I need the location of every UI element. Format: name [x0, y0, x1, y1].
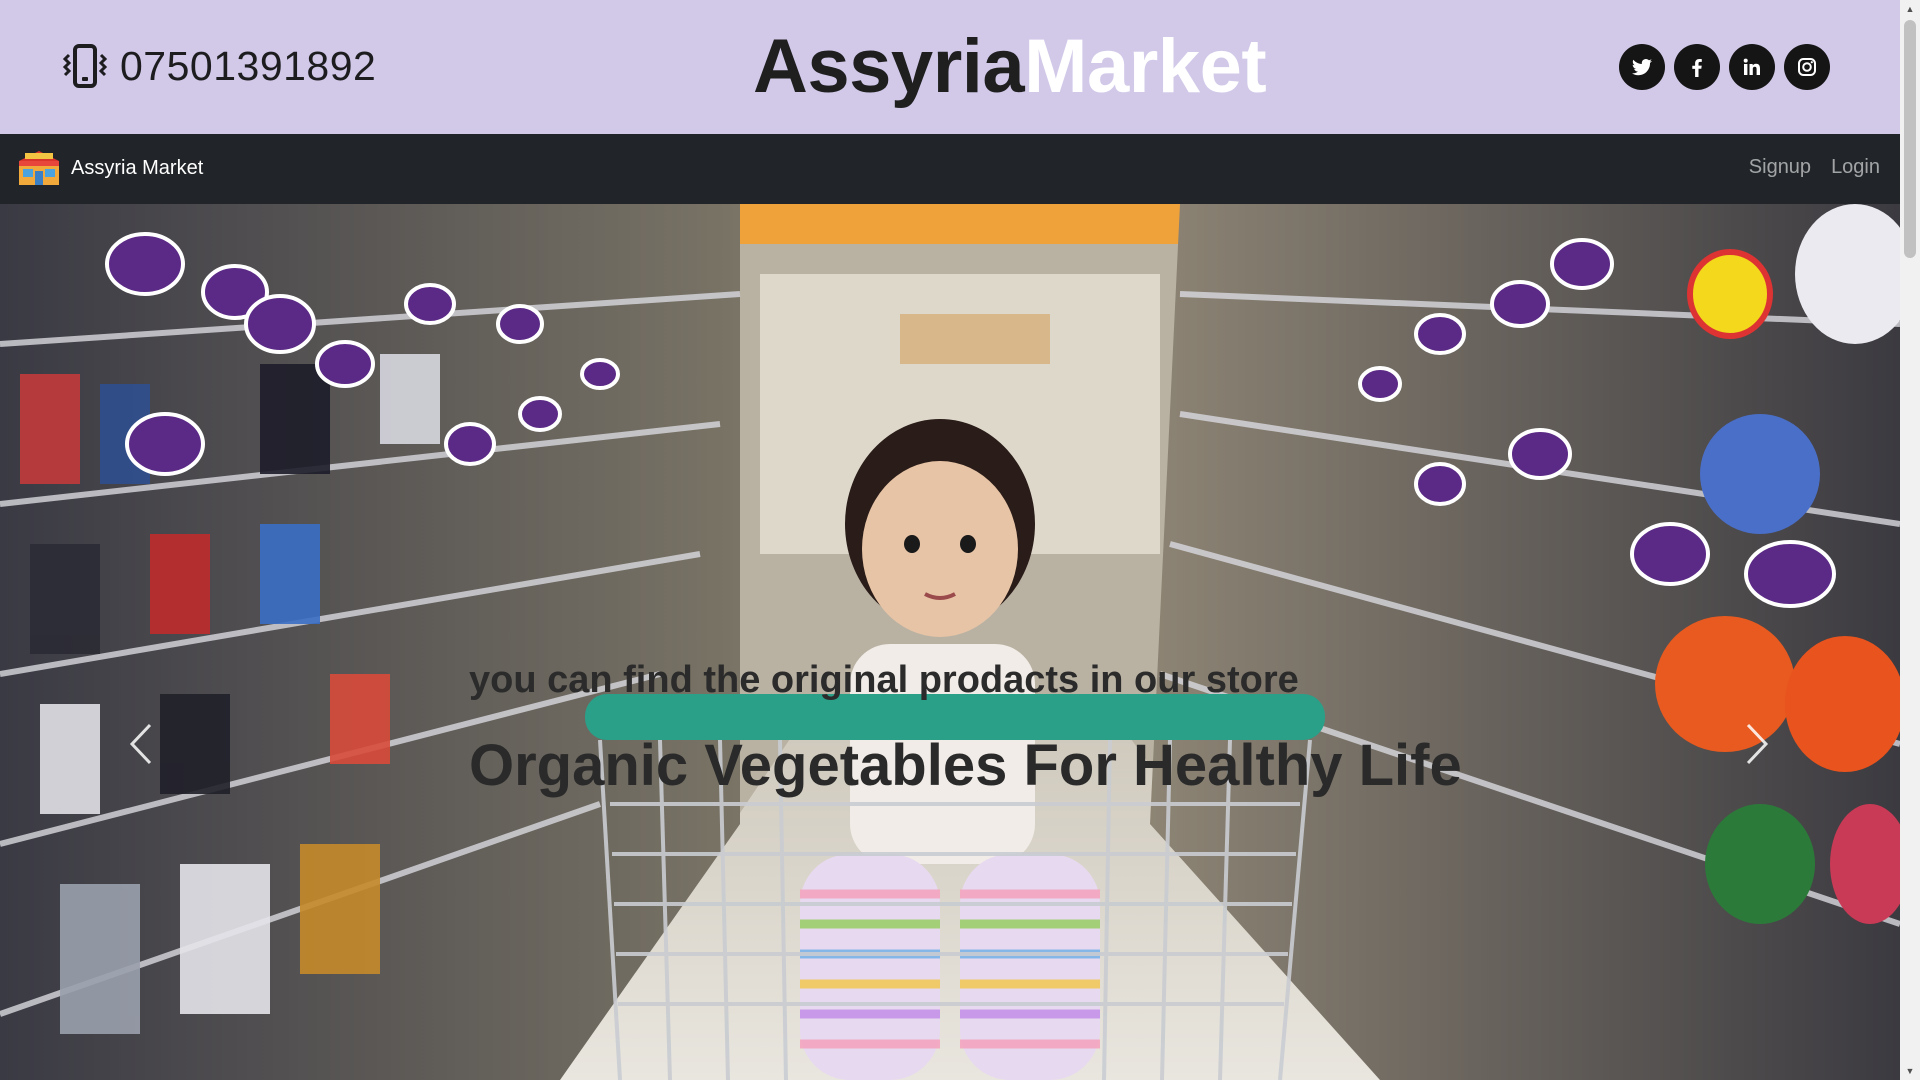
hero-title: Organic Vegetables For Healthy Life	[469, 733, 1462, 798]
scrollbar-thumb[interactable]	[1904, 20, 1916, 258]
main-navbar: Assyria Market Signup Login	[0, 134, 1900, 204]
navbar-brand-text: Assyria Market	[71, 156, 204, 179]
twitter-icon	[1632, 59, 1652, 76]
phone-contact[interactable]: 07501391892	[60, 38, 376, 94]
linkedin-icon	[1743, 58, 1760, 75]
facebook-link[interactable]	[1674, 44, 1720, 90]
hero-background-image	[0, 204, 1900, 1080]
navbar-links: Signup Login	[1749, 156, 1880, 179]
linkedin-link[interactable]	[1729, 44, 1775, 90]
top-header: 07501391892 AssyriaMarket	[0, 0, 1900, 134]
phone-vibrate-icon	[62, 44, 108, 88]
site-brand-title: AssyriaMarket	[753, 22, 1267, 112]
carousel-next-button[interactable]	[1728, 704, 1788, 784]
brand-part-light: Market	[1024, 24, 1267, 109]
navbar-brand[interactable]: Assyria Market	[15, 149, 203, 187]
store-icon	[19, 151, 59, 185]
phone-number: 07501391892	[120, 42, 377, 89]
scroll-up-arrow-icon[interactable]: ▲	[1900, 0, 1920, 18]
carousel-prev-button[interactable]	[110, 704, 170, 784]
twitter-link[interactable]	[1619, 44, 1665, 90]
vertical-scrollbar[interactable]: ▲ ▼	[1900, 0, 1920, 1080]
chevron-left-icon	[129, 723, 152, 765]
brand-part-dark: Assyria	[753, 24, 1025, 109]
hero-carousel: you can find the original prodacts in ou…	[0, 204, 1900, 1080]
login-link[interactable]: Login	[1831, 156, 1880, 179]
social-links	[1619, 44, 1830, 90]
chevron-right-icon	[1746, 723, 1769, 765]
scroll-down-arrow-icon[interactable]: ▼	[1900, 1062, 1920, 1080]
instagram-icon	[1798, 58, 1816, 76]
instagram-link[interactable]	[1784, 44, 1830, 90]
facebook-icon	[1692, 59, 1702, 77]
hero-subtitle: you can find the original prodacts in ou…	[469, 659, 1299, 701]
signup-link[interactable]: Signup	[1749, 156, 1811, 179]
